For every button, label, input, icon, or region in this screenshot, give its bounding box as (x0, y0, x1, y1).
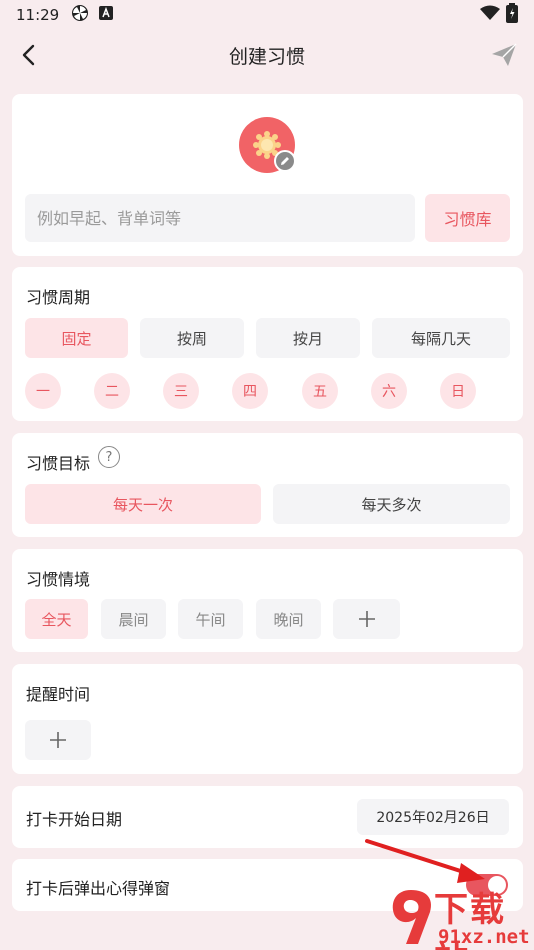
app-header: 创建习惯 (0, 34, 534, 76)
watermark: 下载站 91xz.net (388, 882, 534, 950)
goal-option-once[interactable]: 每天一次 (25, 484, 261, 524)
day-sun[interactable]: 日 (440, 373, 476, 409)
habit-period-card: 习惯周期 固定 按周 按月 每隔几天 一 二 三 四 五 六 日 (12, 267, 523, 421)
pinwheel-icon (71, 4, 89, 26)
day-mon[interactable]: 一 (25, 373, 61, 409)
battery-icon (506, 3, 518, 27)
help-question-icon[interactable]: ? (98, 446, 120, 468)
goal-option-multiple[interactable]: 每天多次 (273, 484, 510, 524)
period-option-weekly[interactable]: 按周 (140, 318, 244, 358)
context-title: 习惯情境 (26, 570, 91, 589)
reminder-title: 提醒时间 (26, 685, 91, 704)
wifi-icon (480, 5, 500, 25)
add-context-button[interactable] (333, 599, 400, 639)
day-wed[interactable]: 三 (163, 373, 199, 409)
status-bar: 11:29 (0, 0, 534, 30)
context-option-evening[interactable]: 晚间 (256, 599, 321, 639)
period-option-fixed[interactable]: 固定 (25, 318, 128, 358)
day-tue[interactable]: 二 (94, 373, 130, 409)
context-option-allday[interactable]: 全天 (25, 599, 88, 639)
status-time: 11:29 (16, 6, 60, 24)
plus-icon (50, 732, 66, 748)
add-reminder-button[interactable] (25, 720, 91, 760)
popup-title: 打卡后弹出心得弹窗 (26, 879, 171, 898)
start-date-picker[interactable]: 2025年02月26日 (357, 799, 509, 835)
goal-title: 习惯目标 (26, 454, 91, 473)
reminder-card: 提醒时间 (12, 664, 523, 774)
back-arrow-icon[interactable] (16, 42, 42, 68)
plus-icon (358, 611, 375, 627)
habit-library-button[interactable]: 习惯库 (425, 194, 510, 242)
day-thu[interactable]: 四 (232, 373, 268, 409)
edit-pencil-icon[interactable] (274, 150, 296, 172)
habit-context-card: 习惯情境 全天 晨间 午间 晚间 (12, 549, 523, 652)
watermark-url: 91xz.net (438, 926, 530, 948)
period-option-interval[interactable]: 每隔几天 (372, 318, 510, 358)
habit-name-input[interactable] (25, 194, 415, 242)
send-icon[interactable] (490, 42, 518, 68)
period-option-monthly[interactable]: 按月 (256, 318, 360, 358)
period-title: 习惯周期 (26, 288, 91, 307)
font-a-icon (99, 6, 114, 24)
habit-goal-card: 习惯目标 ? 每天一次 每天多次 (12, 433, 523, 537)
habit-basic-card: 习惯库 (12, 94, 523, 256)
page-title: 创建习惯 (228, 45, 305, 68)
day-fri[interactable]: 五 (302, 373, 338, 409)
context-option-morning[interactable]: 晨间 (101, 599, 166, 639)
day-sat[interactable]: 六 (371, 373, 407, 409)
start-date-title: 打卡开始日期 (26, 810, 123, 829)
context-option-noon[interactable]: 午间 (178, 599, 243, 639)
watermark-logo-icon (392, 890, 432, 944)
